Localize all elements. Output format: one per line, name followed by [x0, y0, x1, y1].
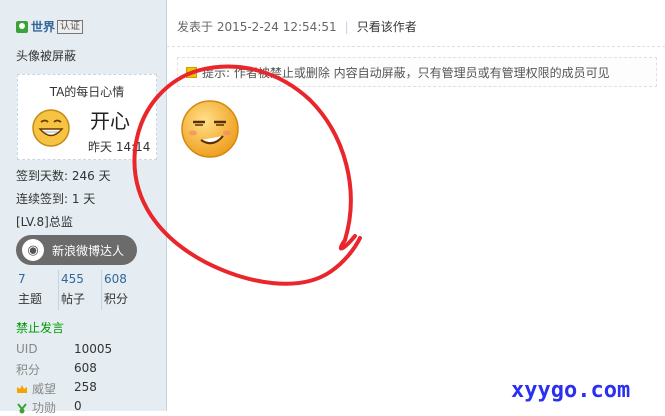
- author-sidebar: 世界 认证 头像被屏蔽 TA的每日心情 开心 昨天 14:14 签到天数: 24…: [0, 0, 167, 415]
- post-content: 发表于 2015-2-24 12:54:51 | 只看该作者 提示: 作者被禁止或删…: [167, 0, 665, 411]
- verify-badge: 认证: [57, 19, 84, 34]
- mood-value: 开心: [90, 109, 130, 133]
- smug-face-icon: [181, 100, 239, 158]
- user-icon: [16, 20, 28, 33]
- count-num: 7: [18, 272, 26, 286]
- username-link[interactable]: 世界: [31, 18, 55, 35]
- info-key: UID: [16, 342, 38, 356]
- mood-time: 昨天 14:14: [88, 140, 151, 154]
- count-label: 积分: [104, 292, 129, 306]
- signin-days: 签到天数: 246 天: [16, 169, 111, 183]
- user-level[interactable]: [LV.8]总监: [16, 213, 73, 230]
- post-time: 发表于 2015-2-24 12:54:51: [177, 20, 337, 34]
- count-label: 主题: [18, 292, 43, 306]
- info-value: 0: [74, 399, 82, 413]
- only-author-link[interactable]: 只看该作者: [357, 20, 417, 34]
- crown-icon: [17, 385, 27, 393]
- post-meta: 发表于 2015-2-24 12:54:51 | 只看该作者: [177, 20, 417, 34]
- info-key: 威望: [32, 382, 57, 396]
- user-counts: 7 主题 455 帖子 608 积分: [16, 270, 144, 310]
- ban-status: 禁止发言: [16, 321, 65, 335]
- count-credits[interactable]: 608 积分: [102, 270, 144, 310]
- watermark-text: xyygo.com: [511, 378, 631, 403]
- info-value: 258: [74, 380, 97, 394]
- count-num: 608: [104, 272, 127, 286]
- divider: [167, 46, 665, 48]
- weibo-icon: ◉: [22, 239, 44, 261]
- info-value: 608: [74, 361, 97, 375]
- count-threads[interactable]: 7 主题: [16, 270, 59, 310]
- weibo-badge-button[interactable]: ◉ 新浪微博达人: [16, 235, 137, 265]
- info-row-credits: 积分 608: [16, 361, 156, 378]
- user-header: 世界 认证: [16, 18, 84, 35]
- lock-icon: [186, 66, 197, 78]
- info-row-uid: UID 10005: [16, 342, 156, 356]
- info-row-merit: 功勋 0: [16, 399, 156, 416]
- blocked-notice: 提示: 作者被禁止或删除 内容自动屏蔽，只有管理员或有管理权限的成员可见: [177, 57, 657, 87]
- info-value: 10005: [74, 342, 113, 356]
- info-key: 积分: [16, 363, 41, 377]
- count-posts[interactable]: 455 帖子: [59, 270, 102, 310]
- medal-icon: [17, 403, 27, 414]
- weibo-label: 新浪微博达人: [52, 243, 125, 258]
- daily-mood-box: TA的每日心情 开心 昨天 14:14: [17, 74, 157, 160]
- signin-streak: 连续签到: 1 天: [16, 192, 96, 206]
- happy-grin-icon: [32, 109, 70, 147]
- avatar-blocked-text: 头像被屏蔽: [16, 49, 77, 63]
- info-key: 功勋: [32, 401, 57, 415]
- notice-text: 提示: 作者被禁止或删除 内容自动屏蔽，只有管理员或有管理权限的成员可见: [202, 65, 610, 80]
- mood-title: TA的每日心情: [49, 85, 125, 99]
- count-label: 帖子: [61, 292, 86, 306]
- info-row-prestige: 威望 258: [16, 380, 156, 397]
- count-num: 455: [61, 272, 84, 286]
